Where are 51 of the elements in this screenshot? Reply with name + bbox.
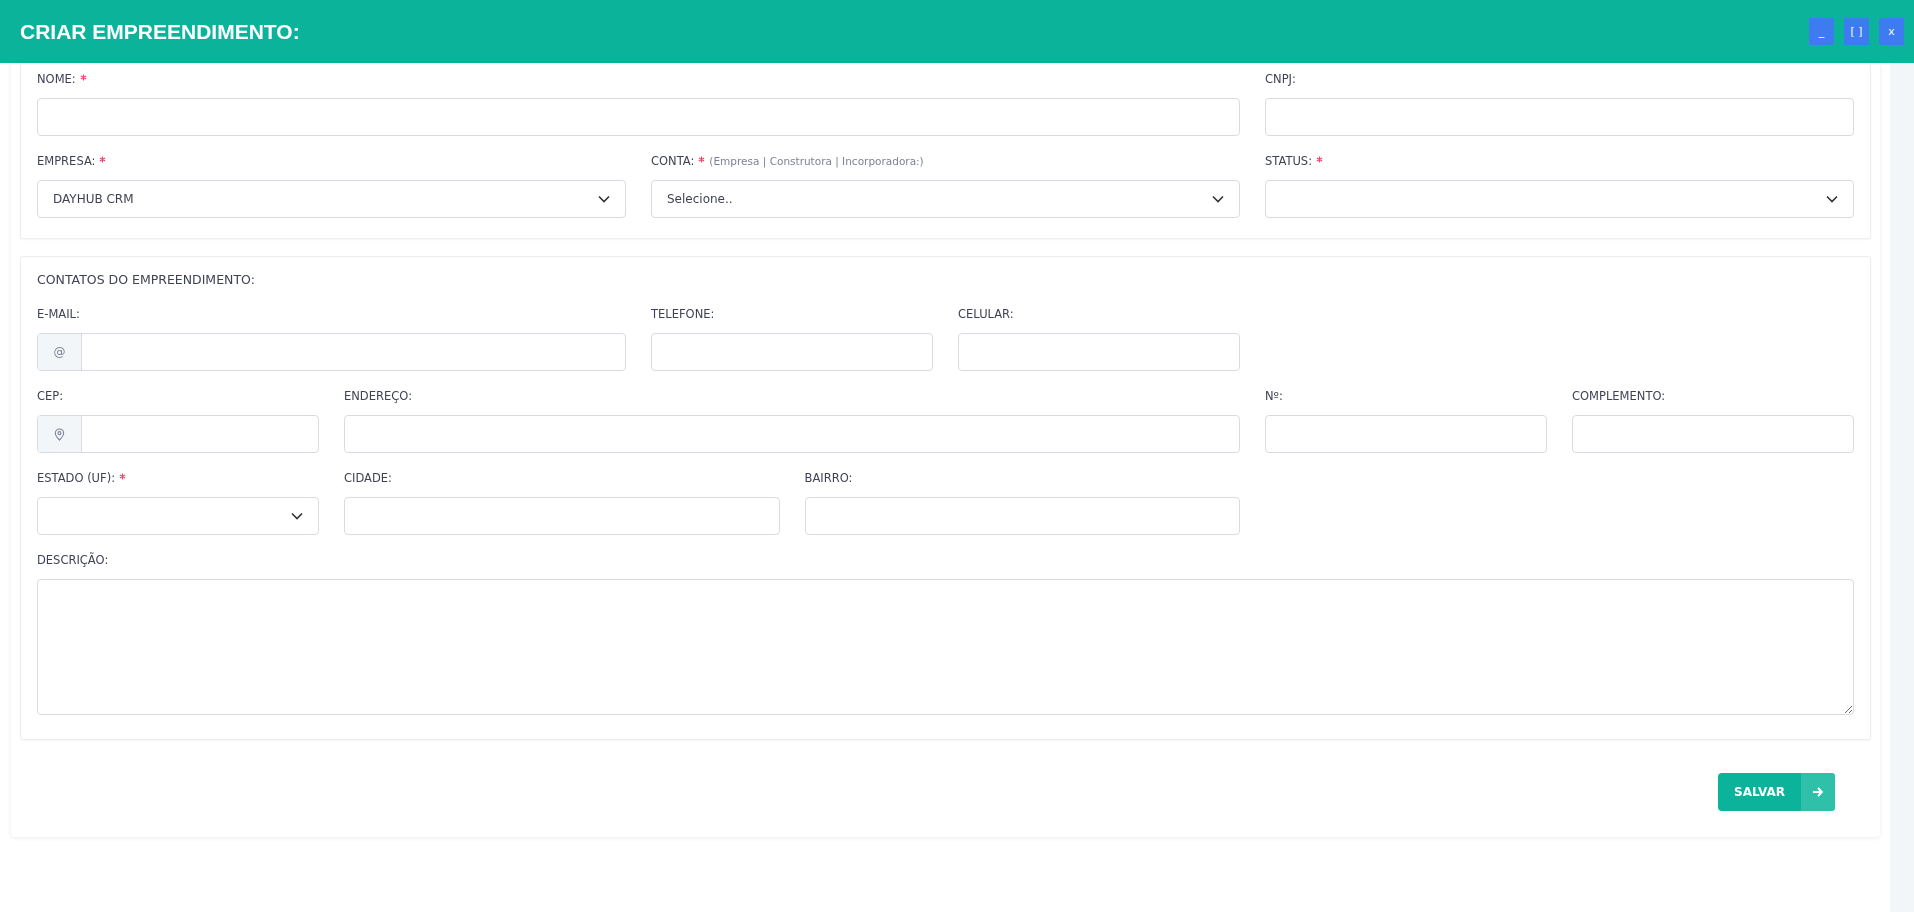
text-input[interactable] [804,497,1240,535]
at-sign-icon: @ [53,345,66,359]
field-label: Nº: [1265,389,1283,403]
select-field[interactable]: Selecione.. [651,180,1240,218]
field-label: EMPRESA: [37,154,96,168]
text-input[interactable] [1572,415,1854,453]
text-input[interactable] [1265,415,1547,453]
arrow-right-icon [1812,786,1824,798]
text-input[interactable] [344,497,780,535]
close-button[interactable]: x [1879,18,1904,45]
required-asterisk-icon [99,155,107,163]
chevron-down-icon [1212,195,1224,203]
window-title: CRIAR EMPREENDIMENTO: [20,19,300,44]
field-label: COMPLEMENTO: [1572,389,1666,403]
field-label: STATUS: [1265,154,1313,168]
maximize-button[interactable]: [ ] [1844,18,1869,45]
text-input[interactable] [37,98,1240,136]
field-label: CELULAR: [958,307,1014,321]
field-label: CONTA: [651,154,695,168]
field-label: E-MAIL: [37,307,80,321]
text-input[interactable] [958,333,1240,371]
email-input-field[interactable]: @ [37,333,626,371]
chevron-down-icon [291,512,303,520]
text-input[interactable] [1265,98,1854,136]
section-heading: CONTATOS DO EMPREENDIMENTO: [37,272,256,287]
select-field[interactable] [37,497,319,535]
field-label: ENDEREÇO: [344,389,412,403]
field-label: BAIRRO: [804,471,853,485]
field-label: NOME: [37,72,76,86]
field-hint: (Empresa | Construtora | Incorporadora:) [709,155,924,167]
required-asterisk-icon [119,472,126,480]
field-label: CIDADE: [344,471,392,485]
field-label: CEP: [37,389,64,403]
required-asterisk-icon [1316,155,1324,163]
field-label: TELEFONE: [651,307,715,321]
description-textarea[interactable] [37,579,1854,715]
save-button[interactable]: SALVAR [1718,773,1835,811]
text-input[interactable] [651,333,933,371]
select-field[interactable] [1265,180,1854,218]
required-asterisk-icon [79,73,87,81]
chevron-down-icon [598,195,610,203]
minimize-button[interactable]: _ [1809,18,1834,45]
postal-code-input-field[interactable] [37,415,319,453]
text-input[interactable] [344,415,1240,453]
field-label: DESCRIÇÃO: [37,553,109,567]
select-field[interactable]: DAYHUB CRM [37,180,626,218]
chevron-down-icon [1826,195,1838,203]
field-label: ESTADO (UF): [37,471,115,485]
field-label: CNPJ: [1265,72,1296,86]
location-pin-icon [54,427,65,441]
required-asterisk-icon [698,155,706,163]
